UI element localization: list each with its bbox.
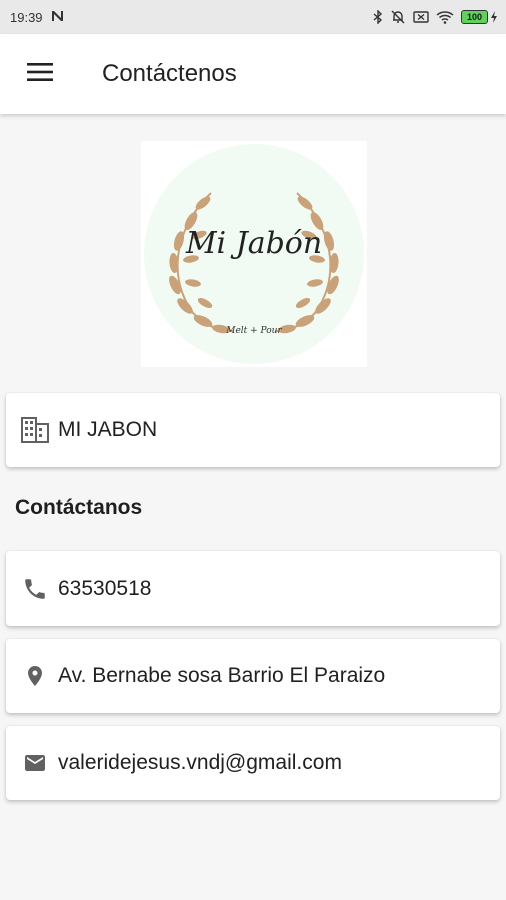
phone-number: 63530518 <box>58 576 152 600</box>
phone-card[interactable]: 63530518 <box>6 551 500 626</box>
bluetooth-icon <box>373 10 383 24</box>
status-bar: 19:39 100 <box>0 0 506 34</box>
building-icon <box>20 415 50 445</box>
address-text: Av. Bernabe sosa Barrio El Paraizo <box>58 664 386 687</box>
sim-blocked-icon <box>413 10 429 24</box>
battery-level: 100 <box>461 10 488 24</box>
email-address: valeridejesus.vndj@gmail.com <box>58 751 342 774</box>
page-title: Contáctenos <box>102 60 237 87</box>
company-card: MI JABON <box>6 393 500 467</box>
email-icon <box>20 748 50 778</box>
address-card[interactable]: Av. Bernabe sosa Barrio El Paraizo <box>6 639 500 713</box>
menu-button[interactable] <box>10 44 70 104</box>
location-pin-icon <box>20 661 50 691</box>
app-bar: Contáctenos <box>0 34 506 114</box>
logo-brand-text: Mi Jabón <box>185 226 322 261</box>
logo-tagline-text: Melt + Pour <box>225 326 282 336</box>
company-name: MI JABON <box>58 418 158 441</box>
notification-n-icon <box>51 10 65 25</box>
phone-icon <box>20 574 50 604</box>
email-card[interactable]: valeridejesus.vndj@gmail.com <box>6 726 500 800</box>
contact-section-heading: Contáctanos <box>15 496 143 519</box>
wifi-icon <box>436 10 454 24</box>
battery-icon: 100 <box>461 10 498 24</box>
hamburger-menu-icon <box>27 62 53 86</box>
company-logo: Mi Jabón Melt + Pour <box>141 141 367 367</box>
silent-mode-icon <box>390 10 406 24</box>
status-time: 19:39 <box>10 9 43 25</box>
